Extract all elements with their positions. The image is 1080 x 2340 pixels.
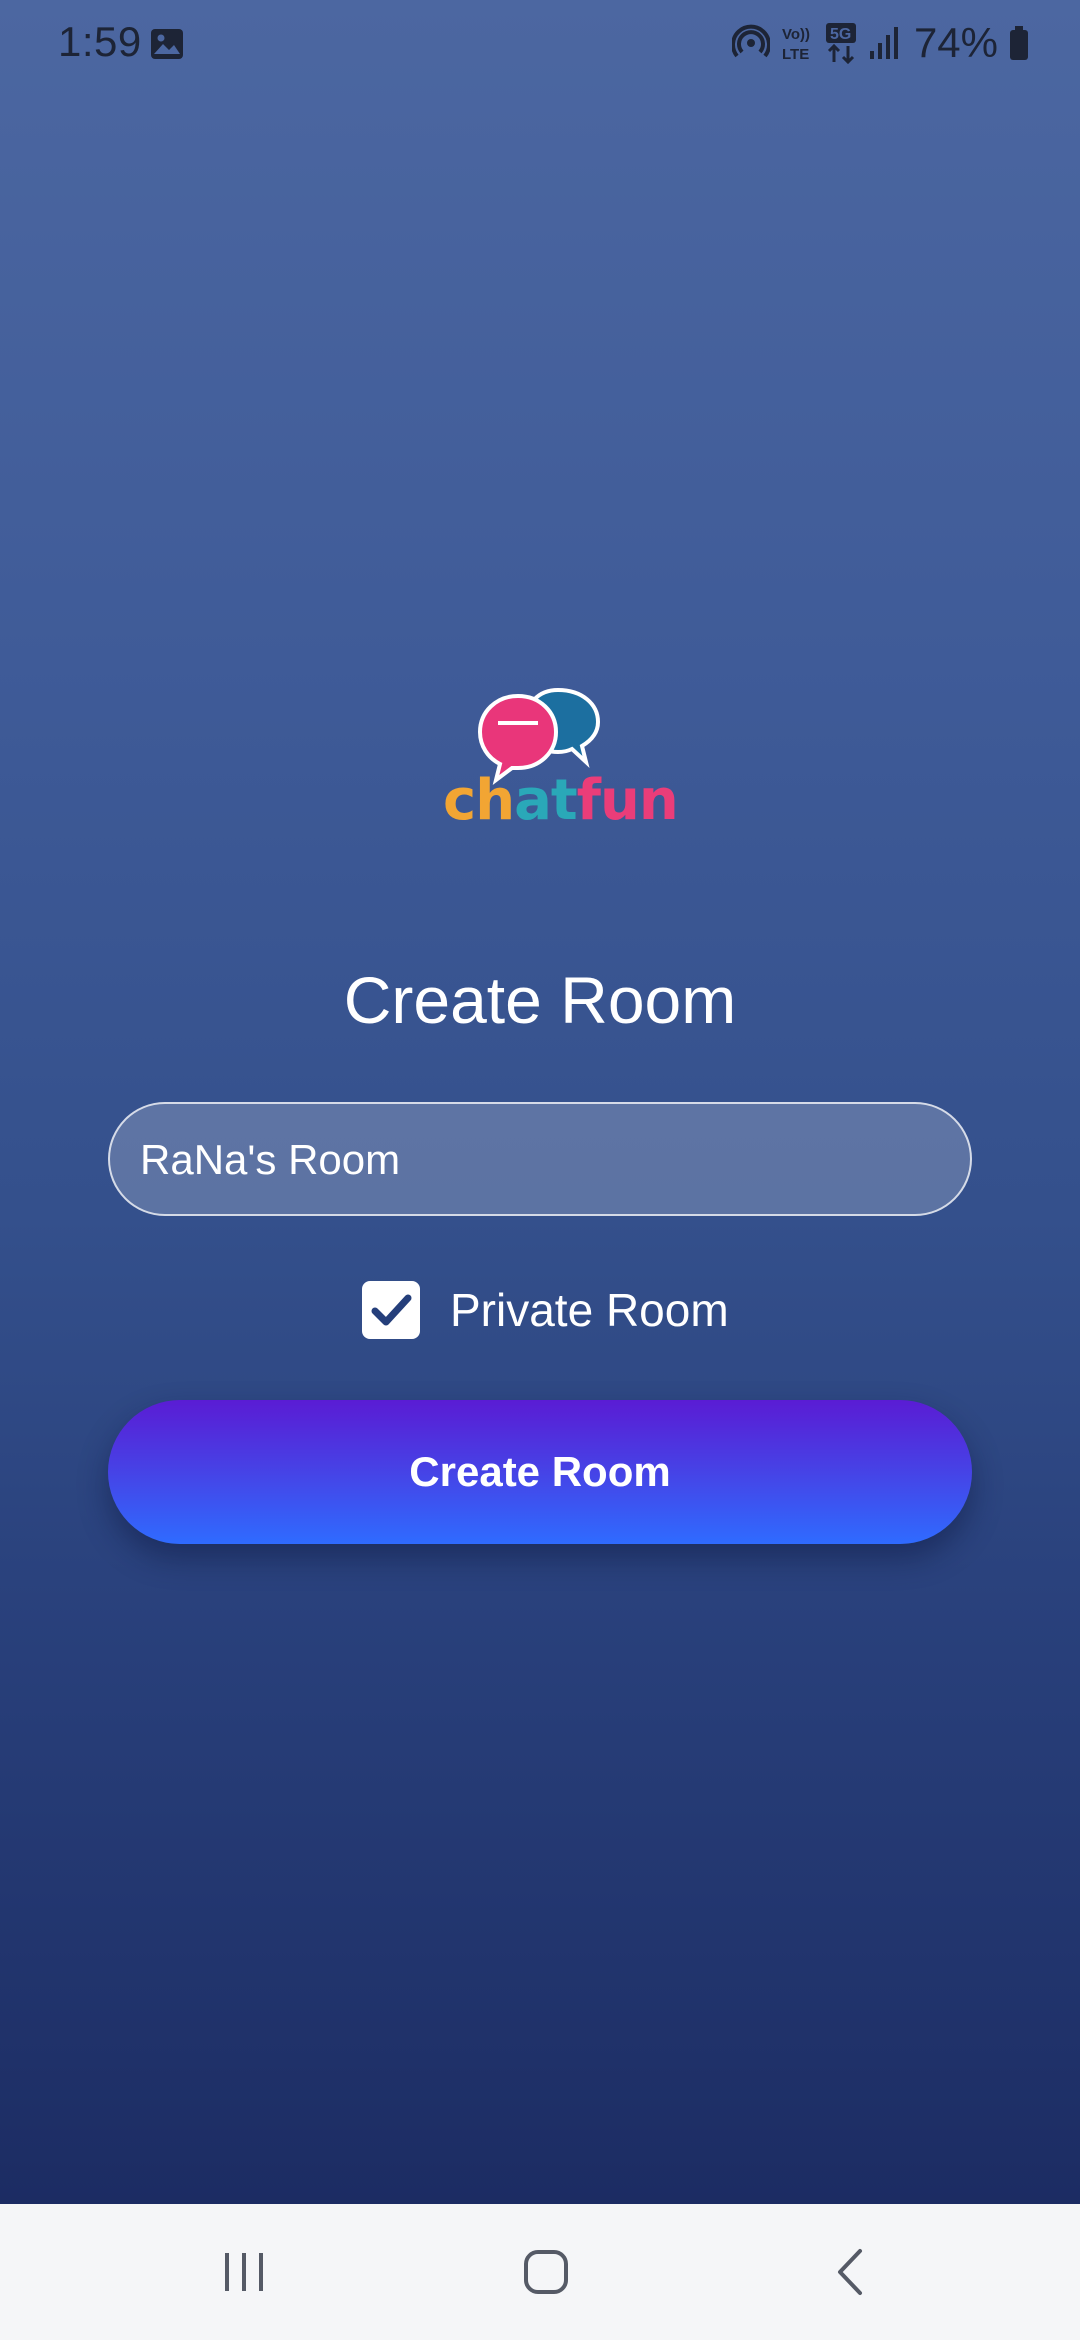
volte-icon: Vo)) LTE [782, 26, 810, 63]
private-room-toggle[interactable]: Private Room [362, 1280, 729, 1340]
battery-icon [1010, 26, 1028, 60]
status-icons: Vo)) LTE 5G 74% [731, 18, 1030, 68]
recent-apps-icon [225, 2253, 263, 2291]
private-room-checkbox[interactable] [362, 1281, 420, 1339]
page-title: Create Room [343, 963, 737, 1037]
logo-text-at: at [514, 768, 578, 833]
svg-text:5G: 5G [830, 26, 851, 43]
logo-text-ch: ch [443, 768, 515, 833]
logo-wordmark: chatfun [443, 768, 679, 833]
status-time: 1:59 [58, 18, 142, 65]
svg-text:LTE: LTE [782, 46, 809, 63]
screen-background: 1:59 Vo)) LTE 5G 74% chatfun Create Room… [0, 0, 1080, 2204]
private-room-label: Private Room [450, 1284, 729, 1336]
recent-apps-button[interactable] [164, 2204, 324, 2340]
svg-text:Vo)): Vo)) [782, 26, 810, 43]
system-nav-bar [0, 2204, 1080, 2340]
back-button[interactable] [770, 2204, 930, 2340]
5g-icon: 5G [825, 23, 856, 64]
logo-text-fun: fun [576, 768, 679, 833]
home-icon [524, 2250, 568, 2294]
battery-percent: 74% [913, 19, 998, 66]
back-icon [838, 2249, 862, 2295]
gallery-icon [151, 29, 183, 59]
room-name-input[interactable] [138, 1104, 942, 1216]
checkmark-icon [371, 1294, 412, 1326]
room-name-field[interactable] [108, 1102, 972, 1216]
signal-icon [869, 27, 898, 59]
status-bar: 1:59 Vo)) LTE 5G 74% [0, 0, 1080, 90]
home-button[interactable] [466, 2204, 626, 2340]
hotspot-icon [731, 24, 770, 58]
create-room-button[interactable]: Create Room [108, 1400, 972, 1544]
